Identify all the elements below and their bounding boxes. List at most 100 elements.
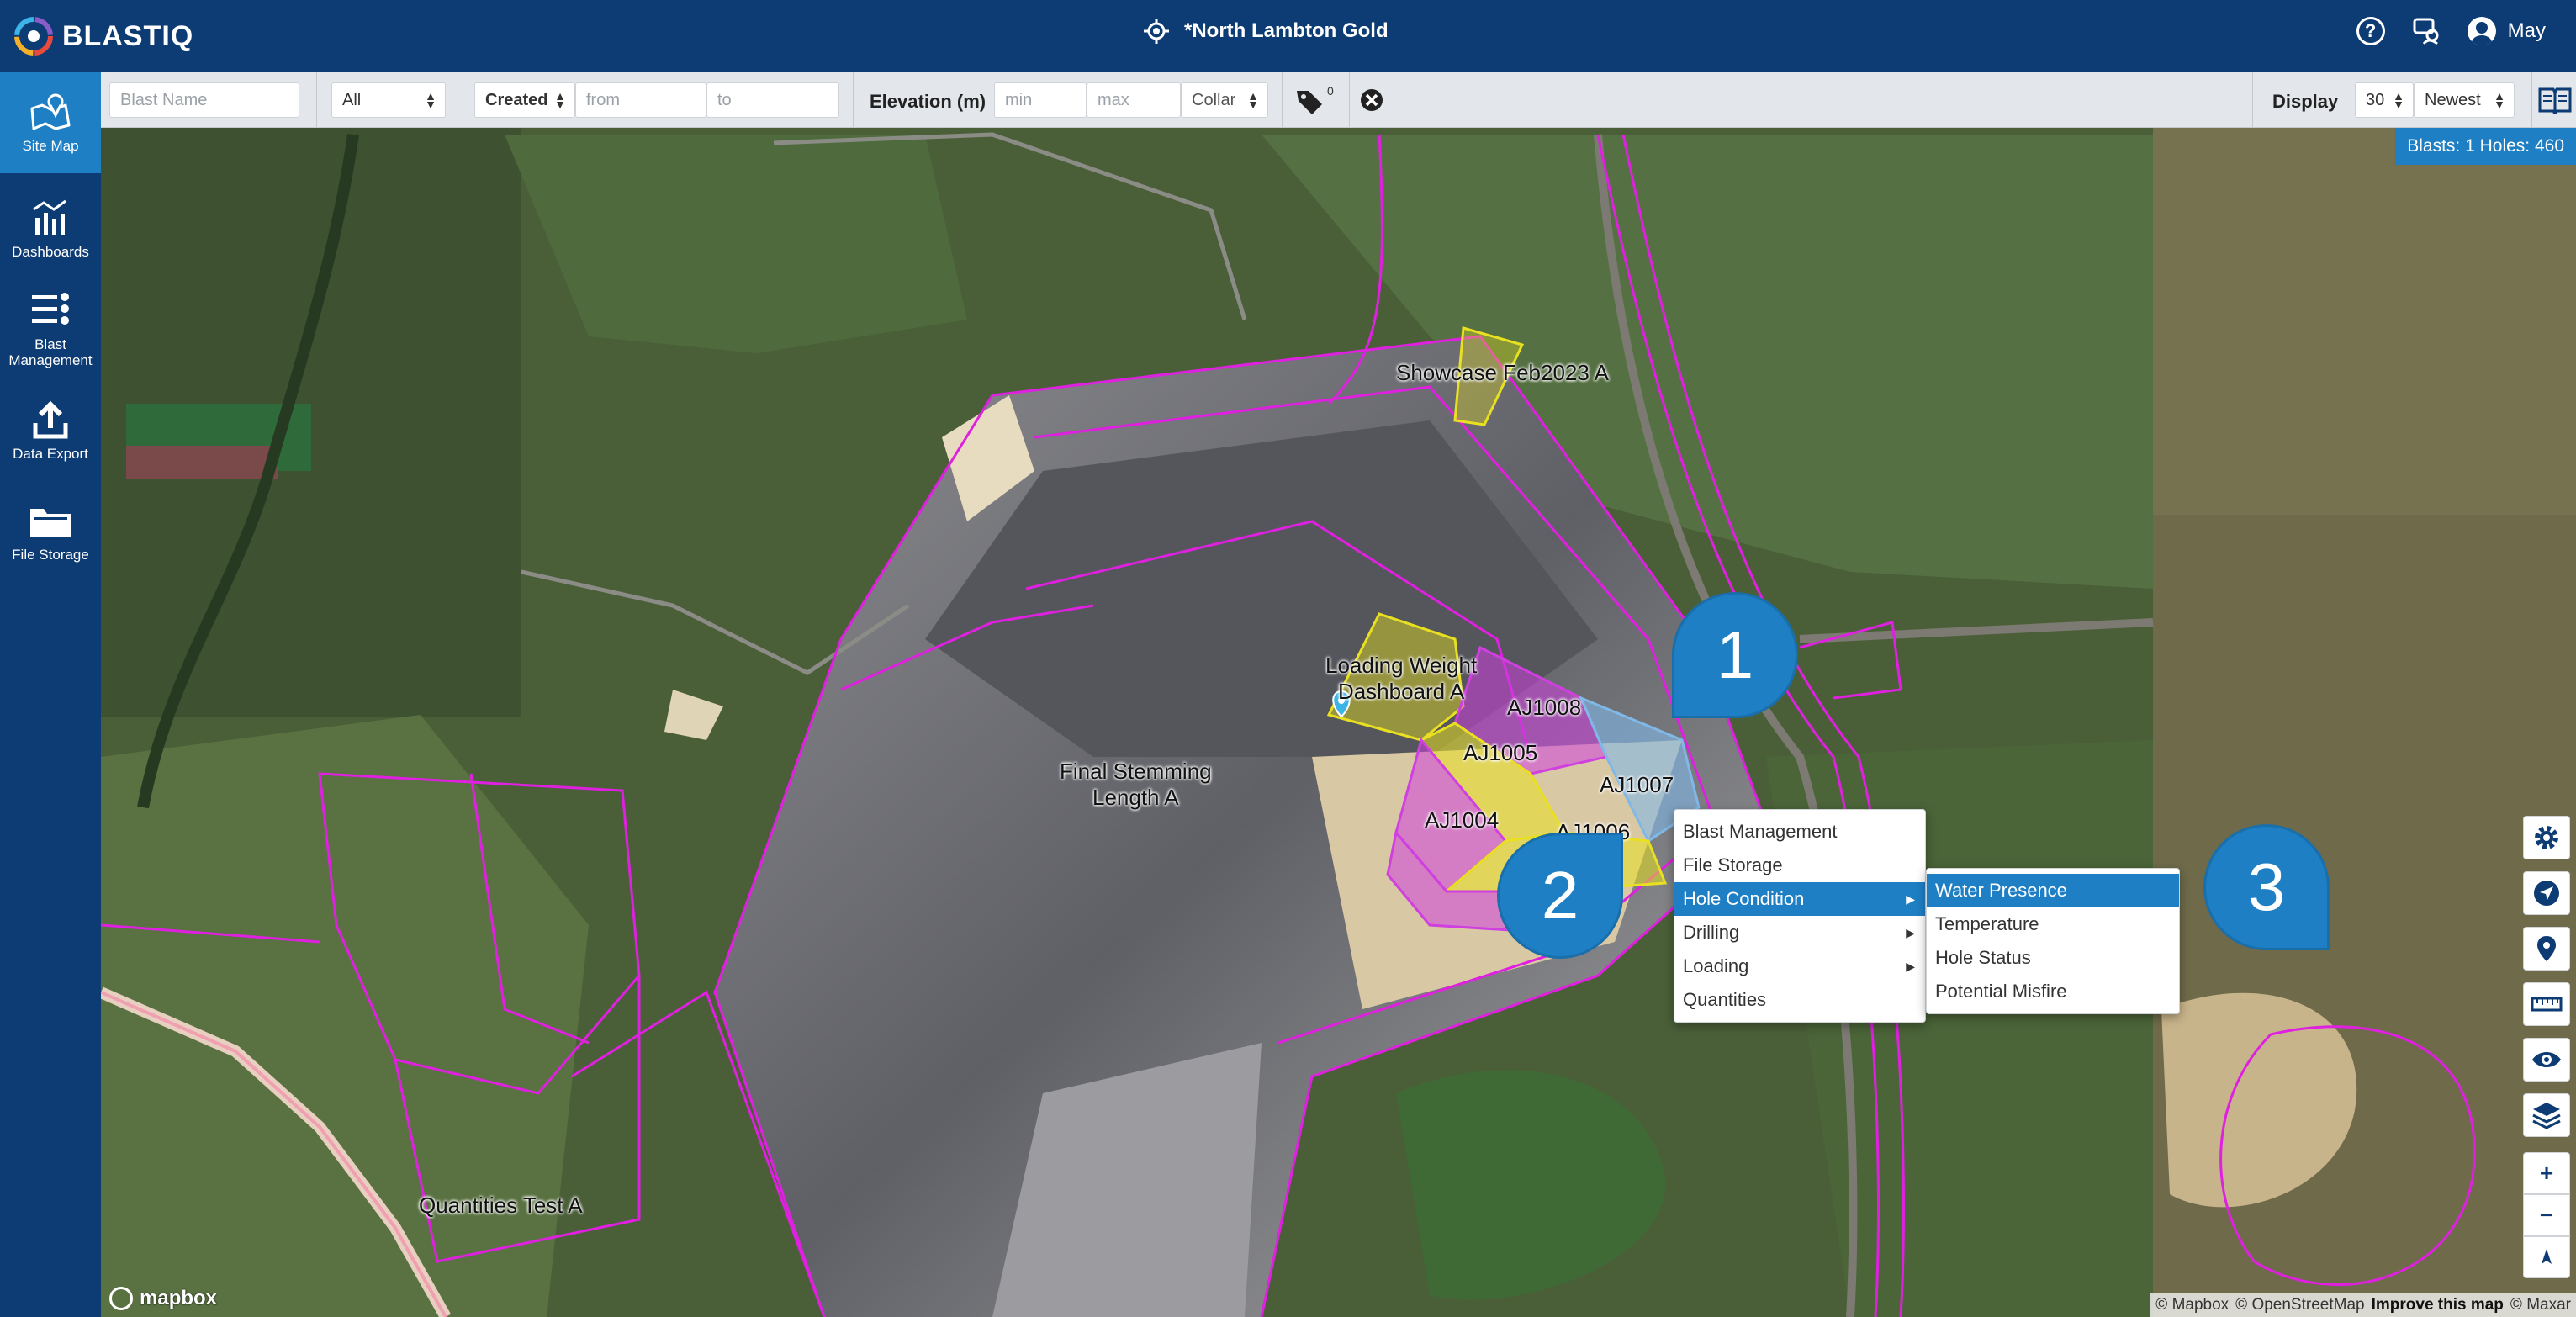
context-menu-item-file-storage[interactable]: File Storage [1674,849,1925,882]
app-name: BLASTIQ [62,19,194,52]
clear-filters-icon[interactable] [1359,87,1384,113]
callout-2: 2 [1497,833,1623,959]
attribution-maxar-link[interactable]: © Maxar [2510,1296,2571,1314]
tag-filter-button[interactable]: 0 [1295,84,1337,116]
context-menu: Blast Management File Storage Hole Condi… [1674,809,1926,1023]
select-arrows-icon: ▲ ▼ [2494,89,2505,111]
hole-condition-submenu: Water Presence Temperature Hole Status P… [1926,868,2180,1014]
elevation-min-placeholder: min [1005,90,1033,109]
site-selector[interactable]: *North Lambton Gold [1144,19,1389,44]
app-logo[interactable]: BLASTIQ [13,15,193,57]
navigation-icon [2534,881,2559,906]
sidebar-item-label: File Storage [12,546,89,563]
blast-label-aj1004[interactable]: AJ1004 [1425,807,1499,833]
context-menu-item-blast-management[interactable]: Blast Management [1674,815,1925,849]
elevation-reference-value: Collar [1192,90,1236,109]
logo-icon [14,17,53,56]
date-to-input[interactable]: to [706,82,839,118]
map-location-button[interactable] [2523,927,2570,971]
select-arrows-icon: ▲ ▼ [554,89,566,111]
avatar [2467,17,2496,45]
type-select[interactable]: All ▲ ▼ [331,82,446,118]
mapbox-logo-icon [109,1287,133,1310]
site-map[interactable]: Showcase Feb2023 A Loading Weight Dashbo… [101,128,2576,1317]
blast-label-final-stemming[interactable]: Final Stemming Length A [1060,759,1212,810]
support-chat-icon[interactable] [2412,17,2441,45]
submenu-item-water-presence[interactable]: Water Presence [1927,874,2179,907]
blast-name-input[interactable]: Blast Name [109,82,299,118]
dashboard-icon [33,199,66,235]
blast-label-aj1005[interactable]: AJ1005 [1463,740,1537,766]
elevation-min-input[interactable]: min [994,82,1087,118]
submenu-item-hole-status[interactable]: Hole Status [1927,941,2179,975]
submenu-arrow-icon: ▶ [1906,926,1915,939]
blast-label-showcase[interactable]: Showcase Feb2023 A [1396,360,1609,386]
sidebar-item-label: Data Export [13,445,88,462]
date-from-input[interactable]: from [575,82,706,118]
blast-label-aj1008[interactable]: AJ1008 [1507,695,1581,721]
context-menu-item-hole-condition[interactable]: Hole Condition ▶ [1674,882,1925,916]
blast-label-quantities[interactable]: Quantities Test A [419,1193,583,1219]
book-icon[interactable] [2538,86,2572,114]
attribution-mapbox-link[interactable]: © Mapbox [2155,1296,2229,1314]
submenu-item-temperature[interactable]: Temperature [1927,907,2179,941]
improve-map-link[interactable]: Improve this map [2372,1296,2504,1314]
menu-item-label: Quantities [1683,989,1767,1010]
zoom-out-button[interactable]: − [2523,1194,2570,1236]
map-visibility-button[interactable] [2523,1038,2570,1082]
location-pin-icon [2537,936,2556,961]
sidebar-item-label: Blast Management [8,336,93,368]
blast-label-loading-weight[interactable]: Loading Weight Dashboard A [1325,653,1477,704]
blast-management-icon [32,293,69,325]
divider [316,72,317,128]
filter-bar: Blast Name All ▲ ▼ Created ▲ ▼ from to Ele… [101,72,2576,128]
elevation-max-input[interactable]: max [1087,82,1181,118]
map-navigate-button[interactable] [2523,871,2570,915]
sidebar-item-file-storage[interactable]: File Storage [0,481,101,582]
divider [1349,72,1350,128]
user-menu[interactable]: May [2467,17,2546,45]
context-menu-item-quantities[interactable]: Quantities [1674,983,1925,1017]
mapbox-logo[interactable]: mapbox [109,1287,217,1310]
map-settings-button[interactable] [2523,816,2570,859]
menu-item-label: Hole Condition [1683,888,1805,909]
attribution-osm-link[interactable]: © OpenStreetMap [2235,1296,2364,1314]
sidebar-item-label: Dashboards [12,243,89,260]
sidebar-item-blast-management[interactable]: Blast Management [0,279,101,380]
display-count-value: 30 [2366,90,2385,109]
blast-name-placeholder: Blast Name [120,90,208,109]
blast-label-aj1007[interactable]: AJ1007 [1600,772,1674,798]
date-field-select[interactable]: Created ▲ ▼ [474,82,575,118]
context-menu-item-loading[interactable]: Loading ▶ [1674,949,1925,983]
map-measure-button[interactable] [2523,982,2570,1026]
callout-number: 1 [1716,617,1754,692]
divider [2252,72,2253,128]
zoom-in-button[interactable]: + [2523,1152,2570,1194]
help-icon[interactable]: ? [2356,17,2385,45]
map-layers-button[interactable] [2523,1093,2570,1137]
user-name: May [2507,19,2546,42]
folder-icon [30,508,71,537]
elevation-label: Elevation (m) [870,91,986,112]
menu-item-label: Temperature [1935,913,2039,934]
top-header: BLASTIQ *North Lambton Gold ? May [0,0,2576,72]
elevation-max-placeholder: max [1098,90,1129,109]
display-label: Display [2272,91,2339,112]
zoom-in-icon: + [2539,1160,2554,1186]
sort-value: Newest [2425,90,2481,109]
compass-button[interactable] [2523,1236,2570,1278]
divider [1282,72,1283,128]
context-menu-item-drilling[interactable]: Drilling ▶ [1674,916,1925,949]
map-icon [30,93,71,130]
blast-label-line: Loading Weight [1325,653,1478,678]
select-arrows-icon: ▲ ▼ [1247,89,1259,111]
elevation-reference-select[interactable]: Collar ▲ ▼ [1181,82,1268,118]
submenu-item-potential-misfire[interactable]: Potential Misfire [1927,975,2179,1008]
display-count-select[interactable]: 30 ▲ ▼ [2355,82,2414,118]
crosshair-icon [1144,19,1169,44]
sort-select[interactable]: Newest ▲ ▼ [2414,82,2515,118]
sidebar-item-data-export[interactable]: Data Export [0,380,101,481]
sidebar-item-dashboards[interactable]: Dashboards [0,178,101,279]
ruler-icon [2531,997,2563,1012]
sidebar-item-site-map[interactable]: Site Map [0,72,101,173]
